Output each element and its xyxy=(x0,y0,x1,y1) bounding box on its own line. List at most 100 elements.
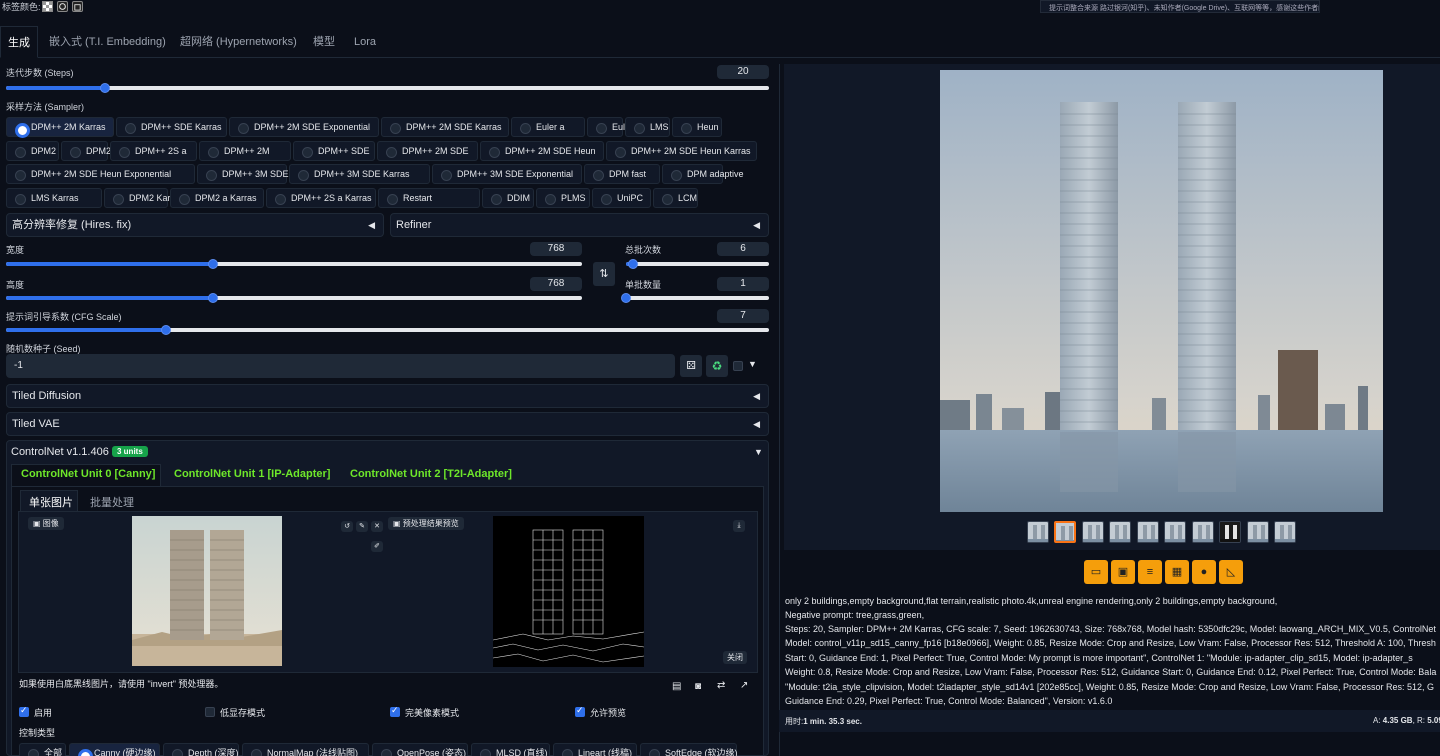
slider-handle[interactable] xyxy=(621,293,631,303)
sampler-option[interactable]: DPM++ 2M Karras xyxy=(6,117,114,138)
tab-model[interactable]: 模型 xyxy=(313,26,335,58)
batch-size-input[interactable]: 1 xyxy=(717,277,769,291)
controlnet-title[interactable]: ControlNet v1.1.406 xyxy=(11,446,109,458)
folder-icon[interactable]: ▭ xyxy=(1084,560,1108,584)
document-icon[interactable]: ▤ xyxy=(672,681,681,692)
width-input[interactable]: 768 xyxy=(530,242,582,256)
dropdown-arrow-icon[interactable]: ▼ xyxy=(748,359,757,369)
brush-icon[interactable]: ✐ xyxy=(371,541,383,552)
sampler-option[interactable]: Euler a xyxy=(511,117,585,137)
width-slider[interactable] xyxy=(6,259,582,269)
color-swatch-icon[interactable] xyxy=(42,1,53,12)
sampler-option[interactable]: DPM2 a Karras xyxy=(170,188,264,208)
seed-input[interactable]: -1 xyxy=(6,354,675,378)
sampler-option[interactable]: Restart xyxy=(378,188,480,208)
dice-icon[interactable]: ⚄ xyxy=(680,355,702,377)
gallery-thumbnail[interactable] xyxy=(1027,521,1049,543)
clear-icon[interactable] xyxy=(72,1,83,12)
gallery-thumbnail[interactable] xyxy=(1219,521,1241,543)
image-icon[interactable]: ▦ xyxy=(1165,560,1189,584)
expand-arrow-icon[interactable]: ▼ xyxy=(754,447,763,457)
steps-input[interactable]: 20 xyxy=(717,65,769,79)
sampler-option[interactable]: DPM2 a xyxy=(61,141,119,161)
sampler-option[interactable]: PLMS xyxy=(536,188,590,208)
sampler-option[interactable]: UniPC xyxy=(592,188,651,208)
tiled-diffusion-accordion[interactable]: Tiled Diffusion ◀ xyxy=(6,384,769,408)
height-input[interactable]: 768 xyxy=(530,277,582,291)
camera-icon[interactable]: ◙ xyxy=(695,681,701,692)
batch-count-slider[interactable] xyxy=(626,259,769,269)
sampler-option[interactable]: DPM adaptive xyxy=(662,164,744,184)
control-type-option[interactable]: OpenPose (姿态) xyxy=(372,743,468,756)
gallery-thumbnail[interactable] xyxy=(1109,521,1131,543)
sampler-option[interactable]: DPM++ SDE Karras xyxy=(116,117,227,137)
sampler-option[interactable]: Euler xyxy=(587,117,633,137)
extra-seed-checkbox[interactable] xyxy=(733,361,743,371)
zip-icon[interactable]: ≡ xyxy=(1138,560,1162,584)
cfg-slider[interactable] xyxy=(6,325,769,335)
generated-image[interactable] xyxy=(940,70,1383,512)
steps-slider[interactable] xyxy=(6,83,769,93)
batch-count-input[interactable]: 6 xyxy=(717,242,769,256)
recycle-icon[interactable]: ♻ xyxy=(706,355,728,377)
sampler-option[interactable]: DPM++ 2M SDE xyxy=(377,141,478,161)
sampler-option[interactable]: DPM++ SDE xyxy=(293,141,375,161)
sampler-option[interactable]: DPM++ 2M SDE Exponential xyxy=(229,117,379,137)
gallery-thumbnail[interactable] xyxy=(1192,521,1214,543)
sampler-option[interactable]: DPM2 Karras xyxy=(104,188,183,208)
gallery-thumbnail[interactable] xyxy=(1054,521,1076,543)
gallery-thumbnail[interactable] xyxy=(1137,521,1159,543)
tab-generate[interactable]: 生成 xyxy=(0,26,38,58)
gallery-thumbnail[interactable] xyxy=(1164,521,1186,543)
low-vram-checkbox[interactable] xyxy=(205,707,215,717)
sampler-option[interactable]: DPM fast xyxy=(584,164,660,184)
sampler-option[interactable]: DPM++ 3M SDE Karras xyxy=(289,164,430,184)
sampler-option[interactable]: DPM++ 2M SDE Heun Exponential xyxy=(6,164,195,184)
tab-embedding[interactable]: 嵌入式 (T.I. Embedding) xyxy=(49,26,166,58)
slider-handle[interactable] xyxy=(100,83,111,93)
preprocessor-preview-image[interactable] xyxy=(492,516,645,667)
sampler-option[interactable]: DPM++ 2M SDE Karras xyxy=(381,117,509,137)
slider-handle[interactable] xyxy=(161,325,172,335)
tab-unit-1[interactable]: ControlNet Unit 1 [IP-Adapter] xyxy=(174,468,330,480)
sampler-option[interactable]: DPM++ 3M SDE xyxy=(197,164,289,184)
sampler-option[interactable]: DPM++ 2M xyxy=(199,141,291,161)
sampler-option[interactable]: DPM2 xyxy=(6,141,59,161)
close-icon[interactable]: ✕ xyxy=(371,521,383,532)
height-slider[interactable] xyxy=(6,293,582,303)
batch-size-slider[interactable] xyxy=(621,293,769,303)
send-dimensions-icon[interactable]: ↗ xyxy=(740,680,748,691)
swap-icon[interactable]: ⇄ xyxy=(717,680,725,691)
gallery-thumbnail[interactable] xyxy=(1247,521,1269,543)
palette-icon[interactable]: ● xyxy=(1192,560,1216,584)
refresh-icon[interactable] xyxy=(57,1,68,12)
tab-unit-2[interactable]: ControlNet Unit 2 [T2I-Adapter] xyxy=(350,468,512,480)
swap-dimensions-button[interactable]: ⇅ xyxy=(593,262,615,286)
refiner-accordion[interactable]: Refiner ◀ xyxy=(390,213,769,237)
edit-icon[interactable]: ✎ xyxy=(356,521,368,532)
tab-single-image[interactable]: 单张图片 xyxy=(29,494,73,510)
sampler-option[interactable]: DPM++ 2S a xyxy=(110,141,197,161)
tab-unit-0[interactable]: ControlNet Unit 0 [Canny] xyxy=(21,468,155,480)
ruler-icon[interactable]: ◺ xyxy=(1219,560,1243,584)
sampler-option[interactable]: LMS Karras xyxy=(6,188,102,208)
tab-batch[interactable]: 批量处理 xyxy=(90,494,134,510)
close-preview-button[interactable]: 关闭 xyxy=(723,651,747,664)
undo-icon[interactable]: ↺ xyxy=(341,521,353,532)
sampler-option[interactable]: LMS xyxy=(625,117,670,137)
sampler-option[interactable]: DPM++ 2S a Karras xyxy=(266,188,376,208)
sampler-option[interactable]: DPM++ 2M SDE Heun xyxy=(480,141,604,161)
cfg-input[interactable]: 7 xyxy=(717,309,769,323)
hires-fix-accordion[interactable]: 高分辨率修复 (Hires. fix) ◀ xyxy=(6,213,384,237)
enable-checkbox[interactable] xyxy=(19,705,29,717)
control-type-option[interactable]: Canny (硬边缘) xyxy=(69,743,160,756)
tiled-vae-accordion[interactable]: Tiled VAE ◀ xyxy=(6,412,769,436)
sampler-option[interactable]: DPM++ 3M SDE Exponential xyxy=(432,164,582,184)
control-type-option[interactable]: Lineart (线稿) xyxy=(553,743,637,756)
sampler-option[interactable]: Heun xyxy=(672,117,722,137)
slider-handle[interactable] xyxy=(628,259,639,269)
gallery-thumbnail[interactable] xyxy=(1274,521,1296,543)
download-icon[interactable]: ⤓ xyxy=(733,520,745,532)
slider-handle[interactable] xyxy=(208,259,219,269)
tab-lora[interactable]: Lora xyxy=(354,26,376,58)
